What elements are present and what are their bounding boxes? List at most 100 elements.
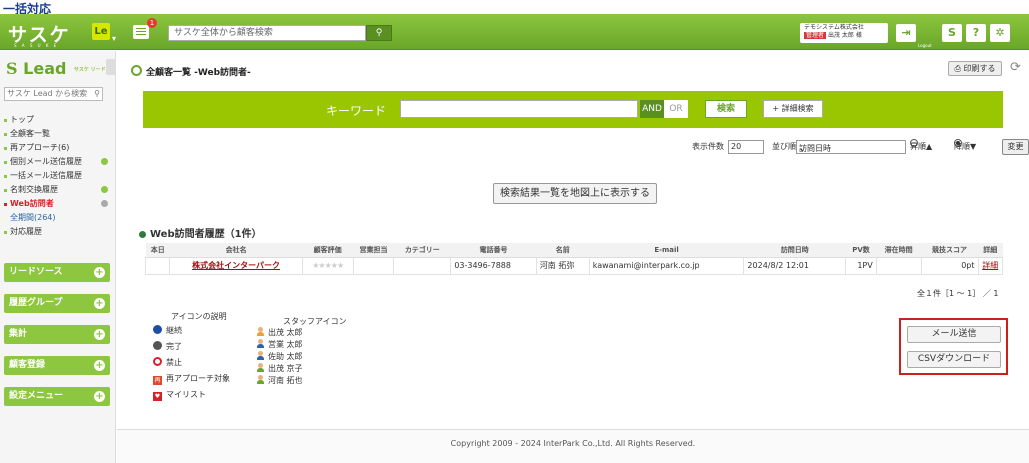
sidebar-collapse-button[interactable] (106, 59, 116, 75)
and-toggle[interactable]: AND (640, 100, 664, 118)
le-app-badge[interactable]: Le (92, 23, 110, 40)
sasuke-logo-sub: S A S U K E (14, 43, 59, 48)
col-visited: 訪問日時 (743, 243, 846, 258)
staff-item: 河南 拓也 (257, 375, 303, 387)
plus-icon: + (94, 391, 105, 402)
send-mail-button[interactable]: メール送信 (907, 326, 1001, 343)
notification-count-badge: 1 (147, 18, 157, 28)
bulk-action-highlight: メール送信 CSVダウンロード (899, 318, 1008, 375)
notification-icon[interactable] (133, 25, 149, 39)
complete-icon (153, 341, 162, 350)
sidebar-item-top[interactable]: トップ (4, 113, 114, 127)
collapse-icon[interactable] (101, 200, 108, 207)
col-name: 名前 (536, 243, 590, 258)
cell-stay (875, 256, 922, 275)
col-score: 競技スコア (921, 243, 978, 258)
legend-mylist: ♥ マイリスト (153, 390, 206, 401)
sidebar-item-response-history[interactable]: 対応履歴 (4, 225, 114, 239)
change-button[interactable]: 変更 (1002, 139, 1029, 155)
plus-icon: + (94, 360, 105, 371)
staff-legend-title: スタッフアイコン (283, 317, 347, 326)
sort-select[interactable]: 訪問日時 ⌄ (796, 140, 906, 154)
display-count-label: 表示件数 (692, 142, 724, 151)
cell-visited: 2024/8/2 12:01 (743, 256, 847, 275)
history-table: 本日 会社名 顧客評価 営業担当 カテゴリー 電話番号 名前 E-mail 訪問… (144, 243, 1003, 275)
col-today: 本日 (145, 243, 170, 258)
sidebar-item-individual-mail[interactable]: 個別メール送信履歴 (4, 155, 114, 169)
top-header: サスケ S A S U K E Le ▾ 1 サスケ全体から顧客検索 ⚲ デモシ… (0, 14, 1029, 50)
company-name: デモシステム株式会社 (804, 24, 864, 31)
sidebar-item-bulk-mail[interactable]: 一括メール送信履歴 (4, 169, 114, 183)
sidebar-section-history-group[interactable]: 履歴グループ + (4, 294, 110, 313)
global-search-button[interactable]: ⚲ (366, 25, 392, 41)
col-phone: 電話番号 (450, 243, 537, 258)
sidebar-section-customer-register[interactable]: 顧客登録 + (4, 356, 110, 375)
sidebar-search-input[interactable]: サスケ Lead から検索 ⚲ (4, 87, 103, 101)
plus-icon: + (94, 298, 105, 309)
map-display-button[interactable]: 検索結果一覧を地図上に表示する (493, 183, 657, 204)
display-count-input[interactable]: 20 (728, 140, 764, 154)
csv-download-button[interactable]: CSVダウンロード (907, 351, 1001, 368)
col-category: カテゴリー (393, 243, 451, 258)
legend-complete: 完了 (153, 341, 182, 353)
result-count: 全１件［1 ～ 1］ ／ 1 (917, 289, 999, 298)
sidebar-item-card-exchange[interactable]: 名刺交換履歴 (4, 183, 114, 197)
chevron-down-icon: ⌄ (799, 144, 806, 153)
logout-icon[interactable]: ⇥ (896, 24, 916, 42)
print-button[interactable]: ⎙ 印刷する (948, 61, 1002, 76)
sidebar: S Lead サスケ リード サスケ Lead から検索 ⚲ トップ 全顧客一覧 … (0, 51, 116, 463)
plus-icon: + (94, 329, 105, 340)
global-search-input[interactable]: サスケ全体から顧客検索 (168, 25, 366, 41)
sidebar-section-aggregate[interactable]: 集計 + (4, 325, 110, 344)
cell-sales (352, 256, 395, 275)
heart-icon: ♥ (153, 392, 162, 401)
sasuke-s-icon[interactable]: S (942, 24, 962, 42)
person-icon (257, 327, 264, 336)
sidebar-item-all-customers[interactable]: 全顧客一覧 (4, 127, 114, 141)
col-rating: 顧客評価 (302, 243, 354, 258)
reapproach-icon: 再 (153, 376, 162, 385)
keyword-search-bar: キーワード AND OR 検索 + 詳細検索 (143, 91, 1003, 128)
main-content: 全顧客一覧 -Web訪問者- ⎙ 印刷する ⟳ キーワード AND OR 検索 … (117, 51, 1029, 463)
keyword-input[interactable] (400, 100, 638, 118)
refresh-icon[interactable]: ⟳ (1010, 60, 1021, 75)
sidebar-section-lead-source[interactable]: リードソース + (4, 263, 110, 282)
staff-item: 出茂 太郎 (257, 327, 303, 339)
expand-icon[interactable] (101, 186, 108, 193)
staff-item: 営業 太郎 (257, 339, 303, 351)
or-toggle[interactable]: OR (664, 100, 688, 118)
sidebar-section-settings[interactable]: 設定メニュー + (4, 387, 110, 406)
app-switch-caret-icon[interactable]: ▾ (112, 34, 116, 43)
gear-icon[interactable]: ✲ (990, 24, 1010, 42)
logout-label: Logout (918, 43, 932, 48)
staff-item: 出茂 京子 (257, 363, 303, 375)
continue-icon (153, 325, 162, 334)
sidebar-item-all-period[interactable]: 全期間(264) (4, 211, 114, 225)
cell-email: kawanami@interpark.co.jp (588, 256, 745, 275)
cell-category (393, 256, 452, 275)
prohibited-icon (153, 357, 162, 366)
company-link[interactable]: 株式会社インターパーク (192, 261, 280, 270)
table-header-row: 本日 会社名 顧客評価 営業担当 カテゴリー 電話番号 名前 E-mail 訪問… (145, 243, 1003, 258)
help-icon[interactable]: ? (966, 24, 986, 42)
printer-icon: ⎙ (954, 64, 961, 73)
sidebar-item-web-visitors[interactable]: Web訪問者 (4, 197, 114, 211)
cell-name: 河南 拓弥 (535, 256, 590, 275)
lead-logo[interactable]: S Lead サスケ リード (6, 59, 106, 78)
detail-search-button[interactable]: + 詳細検索 (763, 100, 823, 118)
person-icon (257, 351, 264, 360)
search-button[interactable]: 検索 (705, 100, 747, 118)
footer-copyright: Copyright 2009 - 2024 InterPark Co.,Ltd.… (117, 429, 1029, 463)
staff-item: 佐助 太郎 (257, 351, 303, 363)
sidebar-menu: トップ 全顧客一覧 再アプローチ(6) 個別メール送信履歴 一括メール送信履歴 … (4, 113, 114, 239)
detail-link[interactable]: 詳細 (982, 261, 998, 270)
legend-prohibited: 禁止 (153, 357, 182, 369)
plus-icon: + (94, 267, 105, 278)
person-icon (257, 375, 264, 384)
rating-stars[interactable]: ★★★★★ (301, 256, 354, 275)
col-email: E-mail (589, 243, 744, 258)
sidebar-item-reapproach[interactable]: 再アプローチ(6) (4, 141, 114, 155)
user-info[interactable]: デモシステム株式会社 管理者 出茂 太郎 様 (800, 23, 888, 43)
cell-phone: 03-3496-7888 (450, 256, 537, 275)
expand-icon[interactable] (101, 158, 108, 165)
